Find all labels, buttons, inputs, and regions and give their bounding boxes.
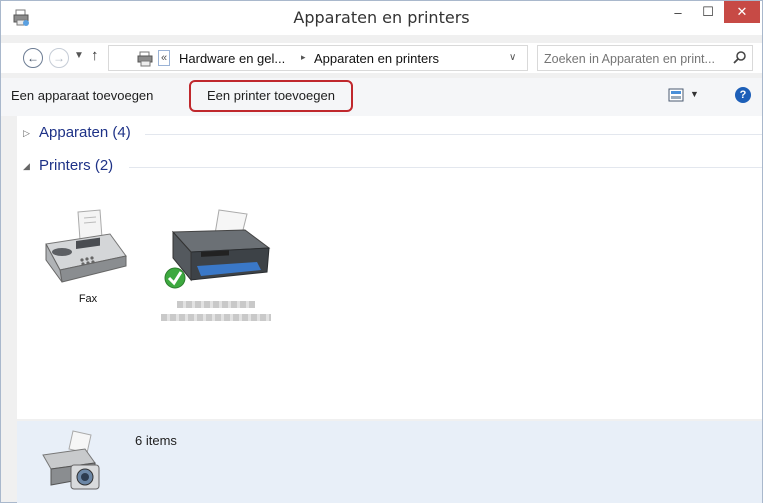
- printer-label: Fax: [78, 293, 98, 305]
- printer-icon: [164, 209, 271, 289]
- printer-item-fax[interactable]: Fax: [33, 208, 143, 305]
- add-device-button[interactable]: Een apparaat toevoegen: [11, 88, 153, 103]
- breadcrumb-separator-icon[interactable]: ▸: [301, 52, 306, 63]
- back-arrow-icon[interactable]: ←: [23, 48, 43, 68]
- maximize-button[interactable]: ☐: [694, 1, 722, 23]
- breadcrumb[interactable]: « Hardware en gel... ▸ Apparaten en prin…: [108, 45, 550, 71]
- search-icon[interactable]: [732, 50, 748, 66]
- chevron-down-icon[interactable]: ∨: [509, 52, 516, 63]
- help-icon[interactable]: ?: [735, 87, 751, 103]
- recent-locations-icon[interactable]: ▼: [74, 50, 84, 61]
- view-options-chevron-icon[interactable]: ▼: [690, 89, 699, 99]
- forward-arrow-icon[interactable]: →: [49, 48, 69, 68]
- title-bar: Apparaten en printers – ☐ ✕: [1, 1, 762, 35]
- group-divider: [129, 167, 762, 168]
- group-header-devices[interactable]: ▷ Apparaten (4): [17, 123, 762, 145]
- group-divider: [145, 134, 762, 135]
- item-count: 6 items: [135, 433, 177, 448]
- hidden-path-chevron[interactable]: «: [158, 50, 171, 66]
- default-check-icon: [164, 267, 186, 289]
- details-pane: 6 items: [17, 421, 762, 503]
- devices-printers-icon: [137, 51, 153, 67]
- change-view-icon[interactable]: [668, 88, 684, 102]
- collapse-arrow-icon[interactable]: ◢: [23, 161, 30, 172]
- command-bar: Een apparaat toevoegen Een printer toevo…: [1, 78, 762, 116]
- breadcrumb-item-hardware[interactable]: Hardware en gel...: [179, 51, 285, 66]
- search-box[interactable]: [537, 45, 753, 71]
- group-title[interactable]: Printers (2): [39, 157, 113, 174]
- up-arrow-icon[interactable]: ↑: [91, 47, 99, 64]
- group-title[interactable]: Apparaten (4): [39, 124, 131, 141]
- items-view: ▷ Apparaten (4) ◢ Printers (2) Fax: [17, 116, 762, 419]
- expand-arrow-icon[interactable]: ▷: [23, 128, 30, 139]
- fax-icon: [45, 209, 127, 283]
- add-printer-button[interactable]: Een printer toevoegen: [189, 80, 353, 112]
- close-button[interactable]: ✕: [724, 1, 760, 23]
- window-title: Apparaten en printers: [293, 8, 470, 27]
- search-input[interactable]: [544, 50, 724, 68]
- devices-printers-icon: [42, 430, 100, 490]
- printer-name-redacted: [177, 301, 255, 308]
- printer-name-redacted: [161, 314, 271, 321]
- group-header-printers[interactable]: ◢ Printers (2): [17, 156, 762, 178]
- explorer-window: Apparaten en printers – ☐ ✕ ← → ▼ ↑ « Ha…: [0, 0, 763, 503]
- address-bar: ← → ▼ ↑ « Hardware en gel... ▸ Apparaten…: [1, 43, 762, 73]
- minimize-button[interactable]: –: [664, 1, 692, 23]
- printer-item-default[interactable]: [151, 208, 281, 321]
- breadcrumb-item-devices-printers[interactable]: Apparaten en printers: [314, 51, 439, 66]
